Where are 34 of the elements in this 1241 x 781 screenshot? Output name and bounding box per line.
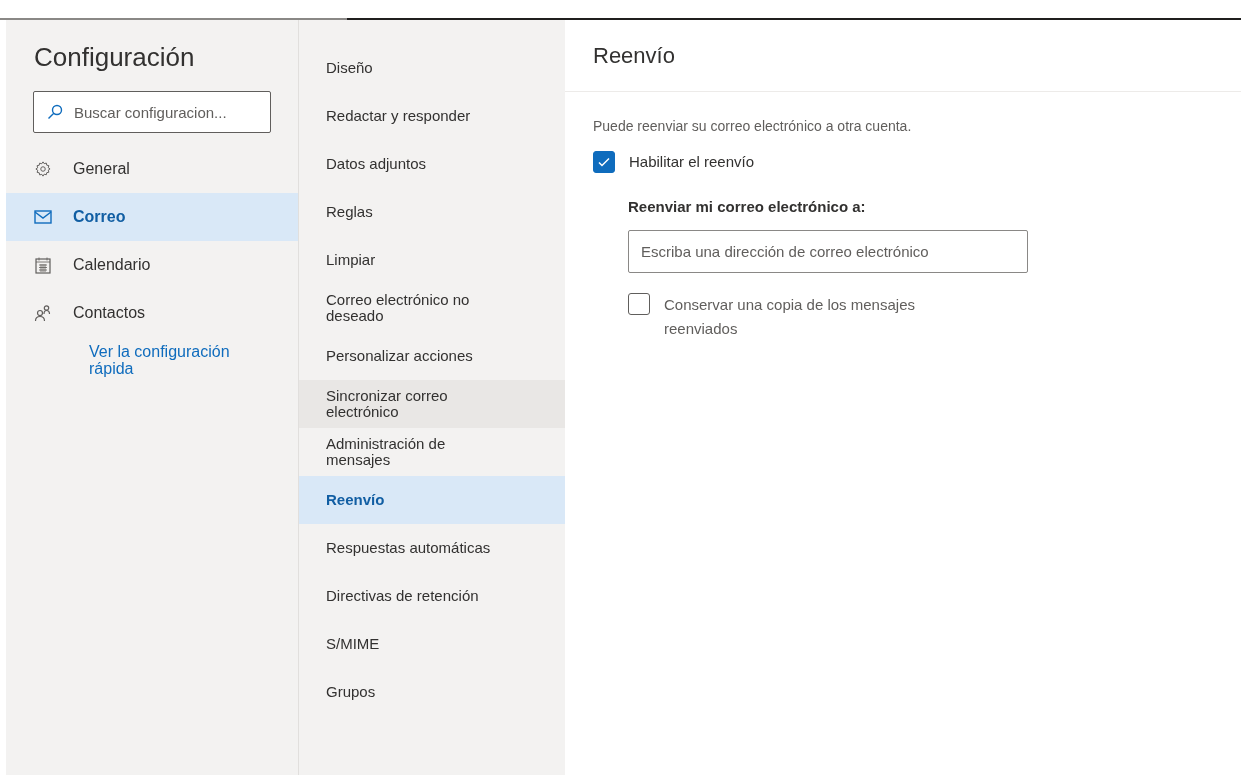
submenu-item[interactable]: Sincronizar correo electrónico xyxy=(299,380,565,428)
checkbox-label: Habilitar el reenvío xyxy=(629,152,755,172)
search-icon xyxy=(47,104,63,120)
checkbox[interactable] xyxy=(593,151,615,174)
checkbox-label: Conservar una copia de los mensajes reenviados xyxy=(664,295,916,339)
description-text: Puede reenviar su correo electrónico a otra cuenta. xyxy=(593,117,913,136)
submenu-item[interactable]: Correo electrónico no deseado xyxy=(299,284,565,332)
page-title: Reenvío xyxy=(565,20,1241,92)
submenu-item[interactable]: Redactar y responder xyxy=(299,92,565,140)
field-label: Reenviar mi correo electrónico a: xyxy=(628,196,867,217)
nav-item[interactable]: General xyxy=(6,145,298,193)
nav-item[interactable]: Contactos xyxy=(6,289,298,337)
submenu-item[interactable]: Administración de mensajes xyxy=(299,428,565,476)
email-field[interactable]: Escriba una dirección de correo electrónico xyxy=(628,230,1028,273)
submenu-item[interactable]: S/MIME xyxy=(299,620,565,668)
submenu-item[interactable]: Grupos xyxy=(299,668,565,716)
submenu-item[interactable]: Personalizar acciones xyxy=(299,332,565,380)
submenu-item[interactable]: Directivas de retención xyxy=(299,572,565,620)
envelope-icon xyxy=(34,210,52,224)
search-field[interactable]: Buscar configuracion... xyxy=(33,91,271,133)
submenu-item[interactable]: Datos adjuntos xyxy=(299,140,565,188)
people-icon xyxy=(34,304,52,322)
submenu-item[interactable]: Reglas xyxy=(299,188,565,236)
submenu-item[interactable]: Limpiar xyxy=(299,236,565,284)
settings-icon xyxy=(34,160,52,178)
submenu-item[interactable]: Diseño xyxy=(299,44,565,92)
nav-item[interactable]: Correo xyxy=(6,193,298,241)
quick-settings-link[interactable]: Ver la configuración rápida xyxy=(6,337,266,377)
settings-title: Configuración xyxy=(33,41,196,74)
calendar-icon xyxy=(35,256,51,274)
checkbox[interactable] xyxy=(628,293,650,315)
nav-item[interactable]: Calendario xyxy=(6,241,298,289)
submenu-item[interactable]: Respuestas automáticas xyxy=(299,524,565,572)
submenu-item[interactable]: Reenvío xyxy=(299,476,565,524)
